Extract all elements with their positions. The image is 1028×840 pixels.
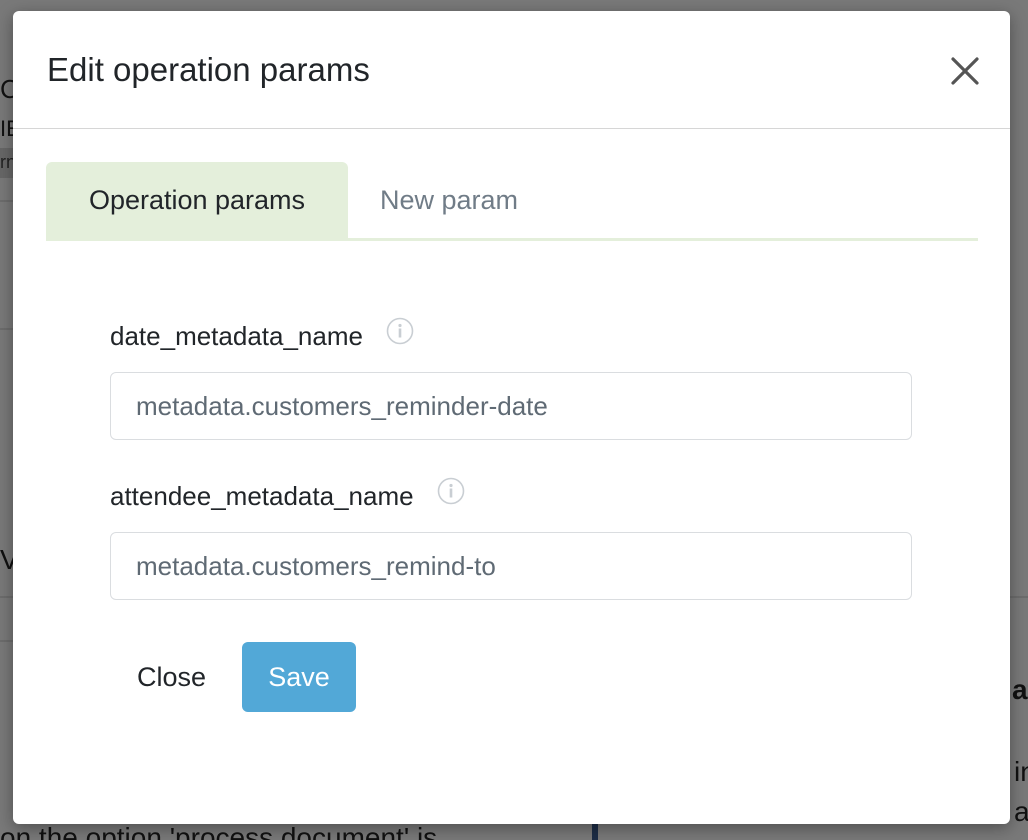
tab-operation-params[interactable]: Operation params bbox=[46, 162, 348, 238]
field-label-row: attendee_metadata_name bbox=[110, 477, 465, 513]
save-button[interactable]: Save bbox=[242, 642, 356, 712]
edit-params-modal: Edit operation params Operation params N… bbox=[13, 11, 1010, 824]
info-icon[interactable] bbox=[437, 477, 465, 513]
close-button[interactable]: Close bbox=[117, 642, 226, 712]
modal-header: Edit operation params bbox=[13, 11, 1010, 129]
field-label-row: date_metadata_name bbox=[110, 317, 414, 353]
tab-new-param[interactable]: New param bbox=[380, 162, 518, 238]
info-icon[interactable] bbox=[386, 317, 414, 353]
date-metadata-name-input[interactable] bbox=[110, 372, 912, 440]
modal-title: Edit operation params bbox=[47, 51, 370, 88]
date-metadata-name-label: date_metadata_name bbox=[110, 321, 363, 351]
attendee-metadata-name-input[interactable] bbox=[110, 532, 912, 600]
close-icon[interactable] bbox=[945, 51, 985, 91]
attendee-metadata-name-label: attendee_metadata_name bbox=[110, 481, 414, 511]
tab-bar: Operation params New param bbox=[46, 162, 978, 241]
